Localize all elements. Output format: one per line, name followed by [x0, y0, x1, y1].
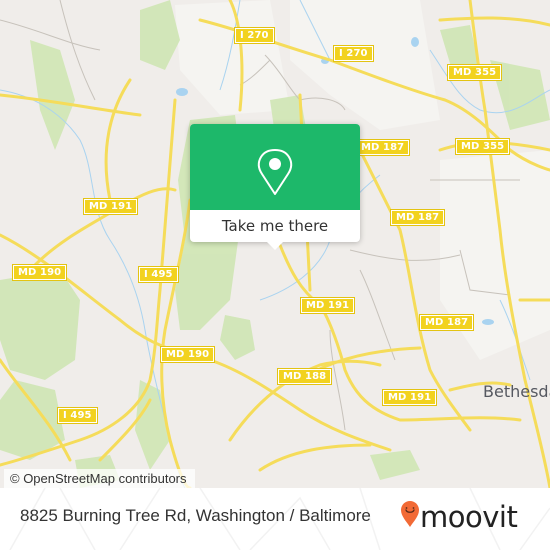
- popup-header: [190, 124, 360, 210]
- moovit-logo: moovit: [398, 498, 538, 538]
- footer-bar: 8825 Burning Tree Rd, Washington / Balti…: [0, 488, 550, 550]
- route-shield-i270: I 270: [333, 45, 374, 62]
- moovit-pin-icon: [401, 501, 419, 527]
- place-label-bethesda: Bethesda: [483, 382, 550, 401]
- destination-address: 8825 Burning Tree Rd, Washington / Balti…: [20, 506, 371, 525]
- route-shield-md187: MD 187: [354, 139, 411, 156]
- route-shield-i270: I 270: [234, 27, 275, 44]
- route-shield-md190: MD 190: [11, 264, 68, 281]
- route-shield-md355: MD 355: [446, 64, 503, 81]
- map-attribution[interactable]: © OpenStreetMap contributors: [4, 469, 195, 488]
- route-shield-md355: MD 355: [454, 138, 511, 155]
- destination-popup[interactable]: Take me there: [190, 124, 360, 242]
- map-canvas[interactable]: I 270 I 270 MD 355 MD 355 MD 187 MD 191 …: [0, 0, 550, 488]
- map-pin-icon: [257, 149, 293, 195]
- take-me-there-button[interactable]: Take me there: [190, 210, 360, 242]
- route-shield-md191: MD 191: [299, 297, 356, 314]
- route-shield-i495: I 495: [57, 407, 98, 424]
- route-shield-md190: MD 190: [159, 346, 216, 363]
- route-shield-md191: MD 191: [82, 198, 139, 215]
- route-shield-md191: MD 191: [381, 389, 438, 406]
- route-shield-md188: MD 188: [276, 368, 333, 385]
- route-shield-md187: MD 187: [418, 314, 475, 331]
- route-shield-i495: I 495: [138, 266, 179, 283]
- route-shield-md187: MD 187: [389, 209, 446, 226]
- moovit-wordmark: moovit: [420, 500, 518, 534]
- popup-pointer: [267, 242, 283, 250]
